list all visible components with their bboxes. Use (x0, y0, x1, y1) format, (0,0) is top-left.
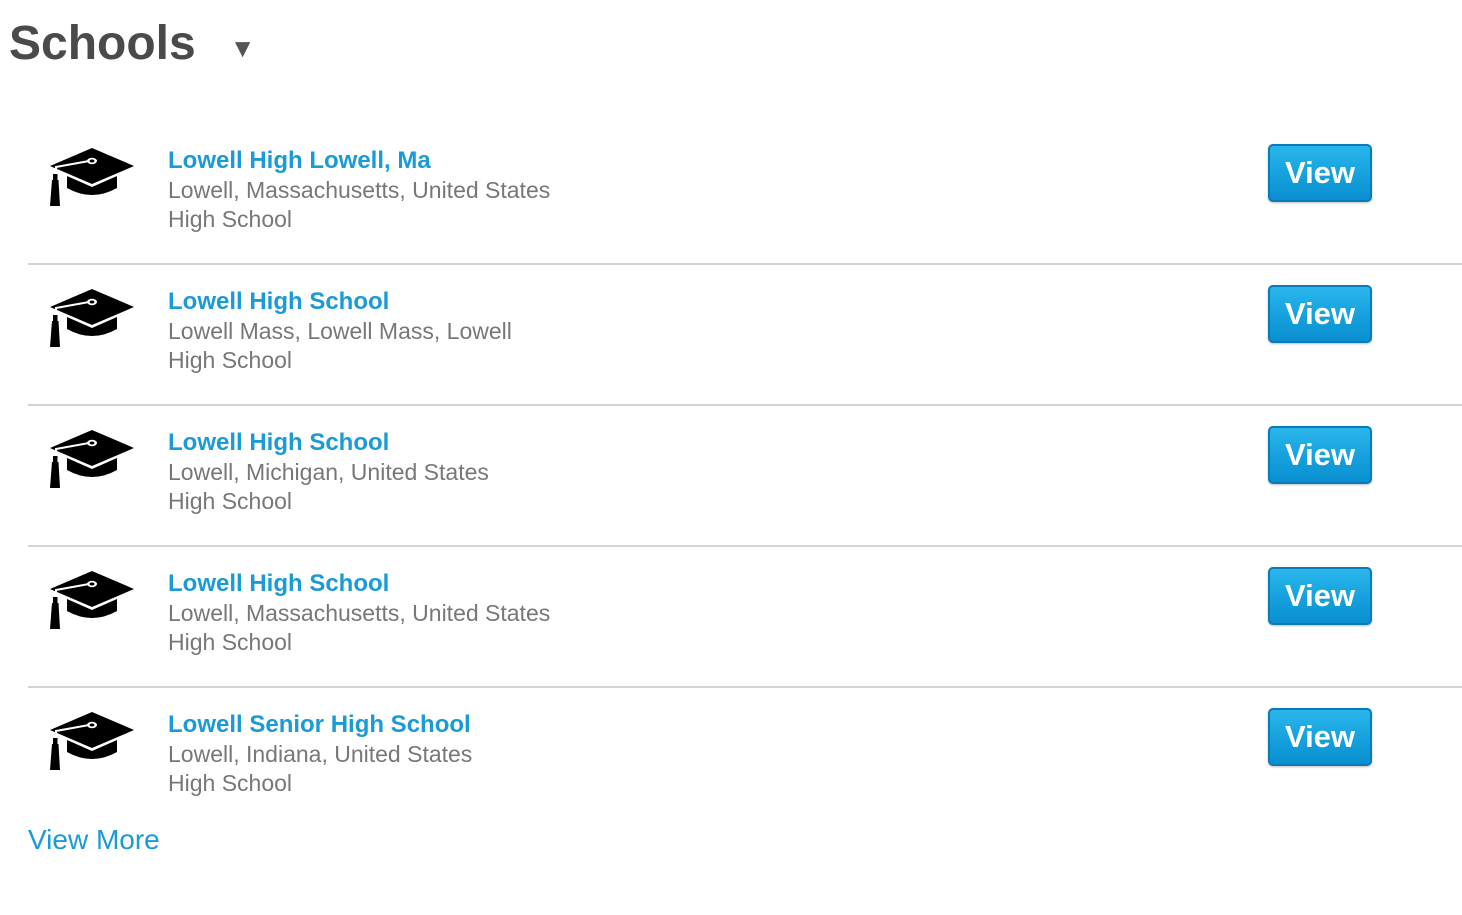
dropdown-arrow-icon[interactable]: ▼ (230, 33, 256, 63)
school-name-link[interactable]: Lowell High School (168, 287, 512, 317)
school-name-link[interactable]: Lowell High Lowell, Ma (168, 146, 550, 176)
graduation-cap-icon (48, 569, 136, 631)
list-item: Lowell High School Lowell, Massachusetts… (28, 547, 1462, 688)
view-button[interactable]: View (1268, 567, 1372, 625)
graduation-cap-icon (48, 146, 136, 208)
school-info: Lowell High School Lowell, Massachusetts… (168, 569, 550, 657)
school-type: High School (168, 770, 293, 796)
list-item: Lowell Senior High School Lowell, Indian… (28, 688, 1462, 827)
view-button[interactable]: View (1268, 144, 1372, 202)
school-location: Lowell, Massachusetts, United States (168, 600, 551, 626)
school-info: Lowell Senior High School Lowell, Indian… (168, 710, 472, 798)
school-location: Lowell Mass, Lowell Mass, Lowell (168, 318, 512, 344)
school-location: Lowell, Indiana, United States (168, 741, 473, 767)
school-location: Lowell, Michigan, United States (168, 459, 489, 485)
list-item: Lowell High School Lowell, Michigan, Uni… (28, 406, 1462, 547)
view-button[interactable]: View (1268, 426, 1372, 484)
list-item: Lowell High School Lowell Mass, Lowell M… (28, 265, 1462, 406)
school-type: High School (168, 629, 293, 655)
school-location: Lowell, Massachusetts, United States (168, 177, 551, 203)
view-button[interactable]: View (1268, 708, 1372, 766)
section-header: Schools ▼ (9, 14, 255, 74)
school-info: Lowell High School Lowell, Michigan, Uni… (168, 428, 489, 516)
graduation-cap-icon (48, 287, 136, 349)
view-more-link[interactable]: View More (28, 823, 160, 857)
view-button[interactable]: View (1268, 285, 1372, 343)
school-type: High School (168, 347, 293, 373)
schools-page: Schools ▼ Lowell High Lowell, Ma Lowell,… (0, 0, 1462, 915)
list-item: Lowell High Lowell, Ma Lowell, Massachus… (28, 124, 1462, 265)
school-type: High School (168, 206, 293, 232)
school-info: Lowell High Lowell, Ma Lowell, Massachus… (168, 146, 550, 234)
school-name-link[interactable]: Lowell High School (168, 428, 489, 458)
page-title: Schools (9, 17, 196, 70)
graduation-cap-icon (48, 428, 136, 490)
schools-list: Lowell High Lowell, Ma Lowell, Massachus… (28, 124, 1462, 827)
school-name-link[interactable]: Lowell Senior High School (168, 710, 472, 740)
school-info: Lowell High School Lowell Mass, Lowell M… (168, 287, 512, 375)
school-type: High School (168, 488, 293, 514)
school-name-link[interactable]: Lowell High School (168, 569, 550, 599)
graduation-cap-icon (48, 710, 136, 772)
